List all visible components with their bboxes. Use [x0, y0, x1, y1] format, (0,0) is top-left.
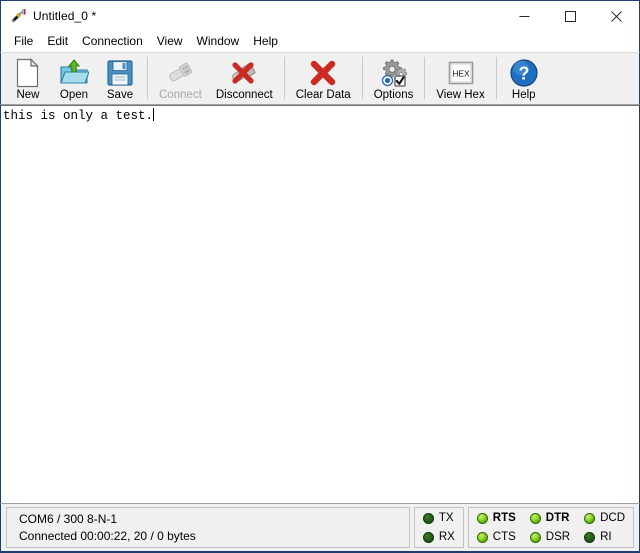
maximize-button[interactable] — [547, 1, 593, 32]
dcd-led-label: DCD — [600, 511, 625, 524]
options-gears-icon — [378, 58, 410, 88]
help-button[interactable]: ? Help — [501, 55, 547, 103]
dsr-led-indicator — [529, 531, 541, 543]
status-connection-line: Connected 00:00:22, 20 / 0 bytes — [19, 528, 196, 543]
status-bar: COM6 / 300 8-N-1 Connected 00:00:22, 20 … — [0, 503, 640, 552]
rts-led-label: RTS — [492, 511, 516, 524]
led-dtr: DTR — [529, 509, 570, 527]
status-text-panel: COM6 / 300 8-N-1 Connected 00:00:22, 20 … — [6, 507, 410, 548]
open-button[interactable]: Open — [51, 55, 97, 103]
menu-item-edit[interactable]: Edit — [40, 32, 75, 51]
terminal-output-area[interactable]: this is only a test. — [0, 105, 640, 503]
options-button[interactable]: Options — [367, 55, 421, 103]
data-led-grid: TX RX — [422, 509, 455, 546]
menu-item-window[interactable]: Window — [190, 32, 247, 51]
signal-led-grid: RTS CTS DTR DSR DCD RI — [476, 509, 625, 546]
led-tx: TX — [422, 509, 455, 527]
svg-text:HEX: HEX — [452, 68, 470, 78]
led-dcd: DCD — [584, 509, 625, 527]
open-folder-icon — [58, 58, 90, 88]
cts-led-indicator — [476, 531, 488, 543]
toolbar-separator — [147, 57, 148, 99]
options-button-label: Options — [373, 89, 414, 101]
minimize-button[interactable] — [501, 1, 547, 32]
tx-led-label: TX — [438, 511, 454, 524]
cts-led-label: CTS — [492, 530, 516, 543]
toolbar-separator — [361, 57, 363, 99]
clear-data-button[interactable]: Clear Data — [289, 55, 358, 103]
new-button[interactable]: New — [5, 55, 51, 103]
menu-bar: File Edit Connection View Window Help — [0, 31, 640, 52]
terminal-text-content: this is only a test. — [3, 109, 154, 123]
disconnect-plug-icon — [228, 58, 260, 88]
dtr-led-indicator — [529, 512, 541, 524]
help-question-icon: ? — [508, 58, 540, 88]
menu-item-view[interactable]: View — [150, 32, 190, 51]
connect-button-label: Connect — [159, 89, 202, 101]
led-ri: RI — [584, 528, 625, 546]
disconnect-button-label: Disconnect — [215, 89, 273, 101]
close-button[interactable] — [593, 1, 639, 32]
application-window: Untitled_0 * File Edit Connection View W… — [0, 0, 640, 553]
window-title: Untitled_0 * — [33, 9, 97, 23]
toolbar-separator — [424, 57, 426, 99]
save-button-label: Save — [106, 89, 134, 101]
dcd-led-indicator — [584, 512, 596, 524]
view-hex-icon: HEX — [445, 58, 477, 88]
signal-led-panel: RTS CTS DTR DSR DCD RI — [467, 507, 634, 548]
toolbar: New Open Save Connect Disconnect Clear D… — [0, 52, 640, 105]
rx-led-indicator — [422, 531, 434, 543]
led-cts: CTS — [476, 528, 516, 546]
terminal-text: this is only a test. — [1, 106, 155, 124]
rx-led-label: RX — [438, 530, 455, 543]
svg-text:?: ? — [518, 64, 529, 84]
save-floppy-icon — [104, 58, 136, 88]
new-document-icon — [12, 58, 44, 88]
window-controls — [501, 1, 639, 32]
disconnect-button[interactable]: Disconnect — [209, 55, 280, 103]
menu-item-help[interactable]: Help — [246, 32, 285, 51]
serial-plug-icon — [9, 7, 27, 25]
menu-item-connection[interactable]: Connection — [75, 32, 150, 51]
connect-plug-icon — [164, 58, 196, 88]
ri-led-indicator — [584, 531, 596, 543]
clear-data-button-label: Clear Data — [295, 89, 351, 101]
help-button-label: Help — [511, 89, 536, 101]
dsr-led-label: DSR — [545, 530, 571, 543]
view-hex-button[interactable]: HEX View Hex — [429, 55, 491, 103]
new-button-label: New — [16, 89, 40, 101]
tx-led-indicator — [422, 512, 434, 524]
connect-button[interactable]: Connect — [152, 55, 209, 103]
text-caret — [153, 108, 155, 121]
open-button-label: Open — [59, 89, 89, 101]
clear-data-x-icon — [307, 58, 339, 88]
status-port-line: COM6 / 300 8-N-1 — [19, 511, 118, 526]
dtr-led-label: DTR — [545, 511, 570, 524]
data-led-panel: TX RX — [413, 507, 464, 548]
toolbar-separator — [283, 57, 285, 99]
led-dsr: DSR — [529, 528, 571, 546]
view-hex-button-label: View Hex — [436, 89, 485, 101]
led-rx: RX — [422, 528, 455, 546]
save-button[interactable]: Save — [97, 55, 143, 103]
toolbar-separator — [495, 57, 497, 99]
led-rts: RTS — [476, 509, 516, 527]
menu-item-file[interactable]: File — [7, 32, 40, 51]
rts-led-indicator — [476, 512, 488, 524]
title-bar: Untitled_0 * — [0, 0, 640, 31]
ri-led-label: RI — [600, 530, 612, 543]
